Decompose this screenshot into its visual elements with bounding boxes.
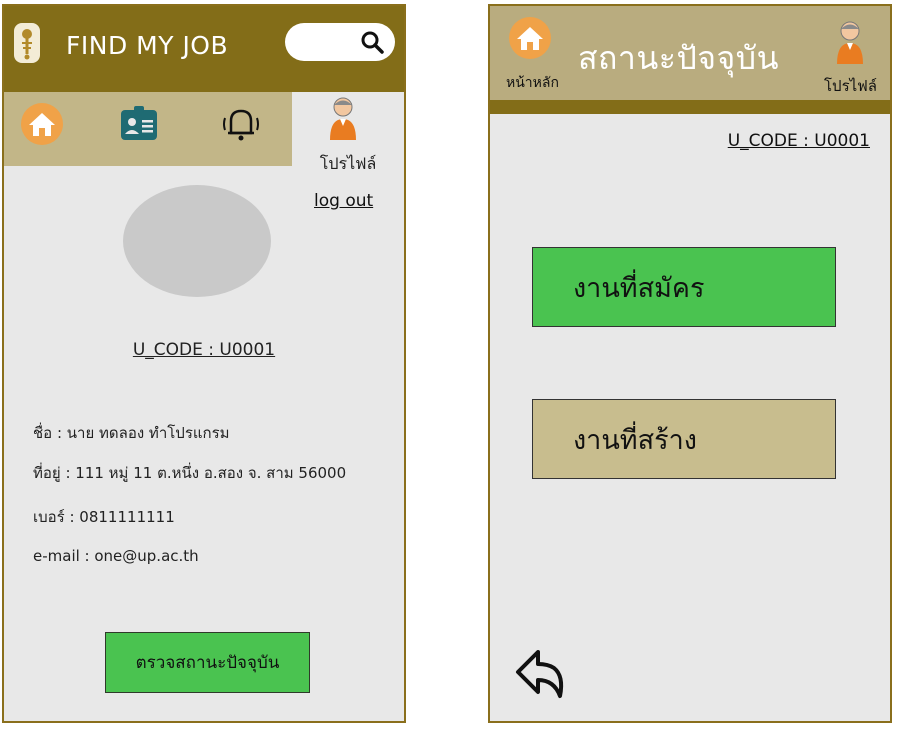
status-header: หน้าหลัก สถานะปัจจุบัน โปรไฟล์ xyxy=(490,6,890,100)
user-phone: เบอร์ : 0811111111 xyxy=(33,508,175,526)
page-title: สถานะปัจจุบัน xyxy=(578,39,779,77)
profile-nav-item[interactable]: โปรไฟล์ xyxy=(292,92,404,178)
header-divider xyxy=(490,100,890,114)
app-logo-icon xyxy=(14,23,40,63)
user-name: ชื่อ : นาย ทดลอง ทำโปรแกรม xyxy=(33,424,230,442)
nav-bar xyxy=(4,92,292,166)
user-avatar-icon[interactable] xyxy=(329,96,357,140)
check-status-button[interactable]: ตรวจสถานะปัจจุบัน xyxy=(105,632,310,693)
profile-screen: FIND MY JOB โปรไฟล์ log out U_CODE: U00… xyxy=(2,4,406,723)
profile-label[interactable]: โปรไฟล์ xyxy=(824,74,877,98)
app-header: FIND MY JOB xyxy=(4,6,404,92)
status-screen: หน้าหลัก สถานะปัจจุบัน โปรไฟล์ U_CODE : … xyxy=(488,4,892,723)
logout-link[interactable]: log out xyxy=(314,191,373,211)
id-card-icon[interactable] xyxy=(117,102,161,146)
bell-icon[interactable] xyxy=(219,102,263,146)
back-arrow-icon[interactable] xyxy=(514,646,568,706)
user-code: U_CODE : U0001 xyxy=(132,340,276,360)
app-title: FIND MY JOB xyxy=(66,31,229,60)
profile-photo xyxy=(123,185,271,297)
profile-label[interactable]: โปรไฟล์ xyxy=(292,152,404,177)
applied-jobs-button[interactable]: งานที่สมัคร xyxy=(532,247,836,327)
user-address: ที่อยู่ : 111 หมู่ 11 ต.หนึ่ง อ.สอง จ. ส… xyxy=(33,464,347,482)
home-icon[interactable] xyxy=(508,16,552,60)
created-jobs-button[interactable]: งานที่สร้าง xyxy=(532,399,836,479)
home-label[interactable]: หน้าหลัก xyxy=(506,72,559,94)
home-icon[interactable] xyxy=(20,102,64,146)
user-code: U_CODE : U0001 xyxy=(727,131,870,151)
search-input[interactable] xyxy=(285,23,395,61)
user-avatar-icon[interactable] xyxy=(836,20,864,64)
search-icon[interactable] xyxy=(360,30,384,54)
user-email: e-mail : one@up.ac.th xyxy=(33,547,199,565)
